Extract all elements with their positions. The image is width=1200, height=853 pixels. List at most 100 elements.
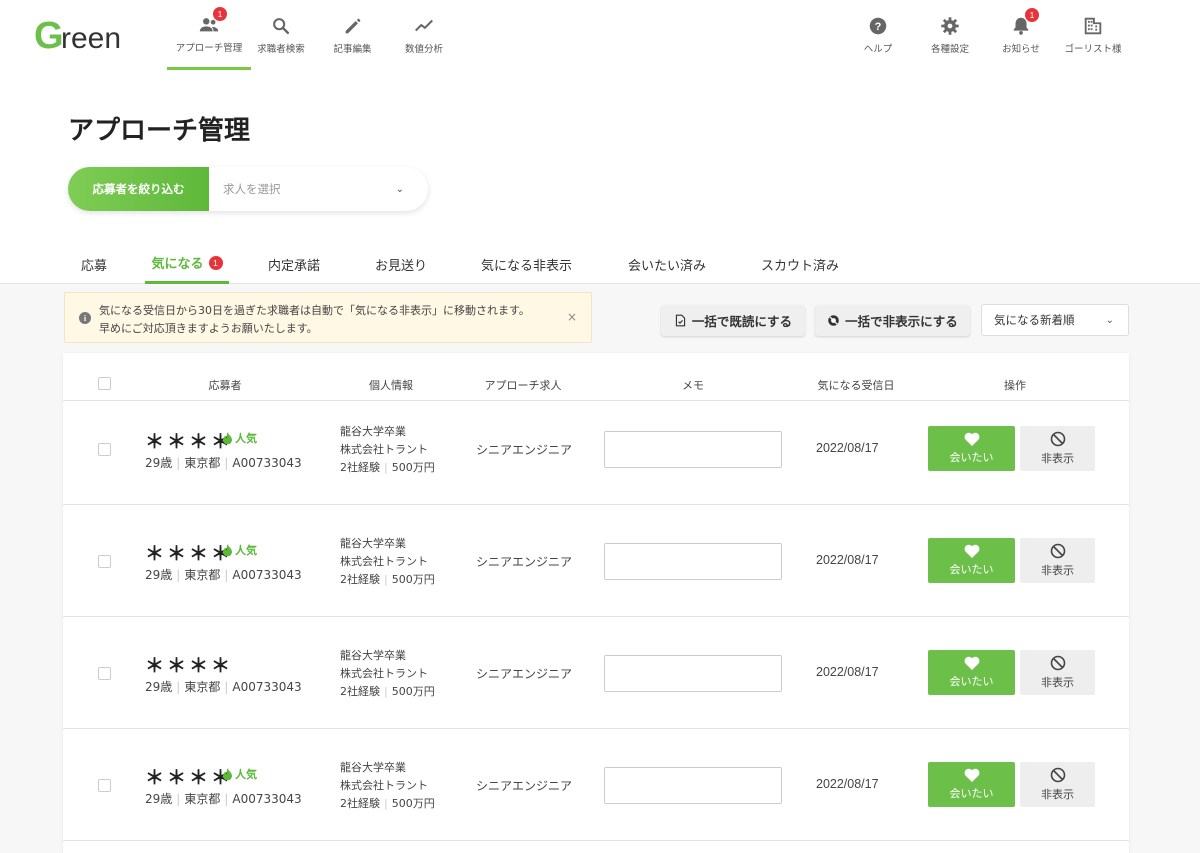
building-icon [1082,15,1104,37]
tab-interested-hidden[interactable]: 気になる非表示 [481,244,572,284]
nav-help[interactable]: ? ヘルプ [855,0,901,70]
tab-met[interactable]: 会いたい済み [628,244,706,284]
tab-declined[interactable]: お見送り [375,244,427,284]
memo-input[interactable] [604,767,782,804]
popular-label: 人気 [235,432,257,445]
applicant-meta: 29歳 | 東京都 | A00733043 [145,456,302,470]
prefecture: 東京都 [184,792,221,806]
nav-notifications[interactable]: 1 お知らせ [996,0,1046,70]
tab-badge: 1 [208,255,223,270]
document-check-icon [675,314,686,327]
memo-input[interactable] [604,655,782,692]
table-row: ＊＊＊＊ 人気 29歳 | 東京都 | A00733043 龍谷大学卒業 株式会社トラン… [63,513,1129,624]
age: 29歳 [145,568,173,582]
notice-line: 気になる受信日から30日を過ぎた求職者は自動で「気になる非表示」に移動されます。 [99,304,530,317]
memo-input[interactable] [604,543,782,580]
column-header-date: 気になる受信日 [817,379,895,392]
row-divider [63,728,1129,729]
hide-button[interactable]: 非表示 [1020,650,1095,695]
flame-icon [223,768,232,780]
search-icon [270,15,292,37]
job-select-placeholder: 求人を選択 [223,182,281,196]
button-label: 会いたい [949,787,994,800]
button-label: 一括で非表示にする [845,314,958,329]
close-icon[interactable]: × [567,310,577,324]
school: 龍谷大学卒業 [340,537,406,550]
button-label: 非表示 [1041,788,1074,801]
sort-value: 気になる新着順 [994,313,1075,327]
row-checkbox[interactable] [98,443,111,456]
heart-icon [964,768,979,782]
popular-badge: 人気 [223,542,257,558]
notice-line: 早めにご対応頂きますようお願いたします。 [99,322,318,335]
chevron-down-icon: ⌄ [1105,314,1114,326]
top-header: G reen 1 アプローチ管理 求職者検索 記事編集 数値分析 ? ヘルプ 各… [0,0,1200,70]
nav-article-edit[interactable]: 記事編集 [325,0,380,70]
button-label: 会いたい [949,451,994,464]
hide-button[interactable]: 非表示 [1020,426,1095,471]
tab-applied[interactable]: 応募 [81,244,107,284]
age: 29歳 [145,456,173,470]
applicant-name: ＊＊＊＊ [145,767,234,789]
row-checkbox[interactable] [98,779,111,792]
nav-label: 各種設定 [930,44,969,55]
job-select[interactable]: 求人を選択 ⌄ [209,167,428,211]
nav-approach-management[interactable]: 1 アプローチ管理 [167,0,251,70]
sort-select[interactable]: 気になる新着順 ⌄ [981,304,1129,336]
want-to-meet-button[interactable]: 会いたい [928,426,1015,471]
hide-button[interactable]: 非表示 [1020,762,1095,807]
svg-text:reen: reen [61,22,121,55]
want-to-meet-button[interactable]: 会いたい [928,762,1015,807]
company: 株式会社トラント [340,443,428,456]
nav-analytics[interactable]: 数値分析 [398,0,450,70]
info-icon: i [79,312,91,324]
select-all-checkbox[interactable] [98,377,111,390]
tab-scouted[interactable]: スカウト済み [761,244,839,284]
row-checkbox[interactable] [98,555,111,568]
applicant-name: ＊＊＊＊ [145,543,234,565]
want-to-meet-button[interactable]: 会いたい [928,650,1015,695]
want-to-meet-button[interactable]: 会いたい [928,538,1015,583]
row-checkbox[interactable] [98,667,111,680]
received-date: 2022/08/17 [816,777,879,791]
column-header-applicant: 応募者 [208,379,242,392]
bell-icon: 1 [1010,8,1039,37]
company: 株式会社トラント [340,555,428,568]
experience-salary: 2社経験 | 500万円 [340,685,435,698]
nav-candidate-search[interactable]: 求職者検索 [252,0,310,70]
company: 株式会社トラント [340,667,428,680]
approach-job: シニアエンジニア [476,555,573,569]
school: 龍谷大学卒業 [340,649,406,662]
prefecture: 東京都 [184,456,221,470]
received-date: 2022/08/17 [816,553,879,567]
flame-icon [223,432,232,444]
school: 龍谷大学卒業 [340,761,406,774]
tab-offer-accepted[interactable]: 内定承諾 [268,244,320,284]
tab-label: 会いたい済み [628,258,707,274]
filter-applicants-button[interactable]: 応募者を絞り込む [68,167,209,211]
age: 29歳 [145,792,173,806]
green-logo[interactable]: G reen [34,12,146,56]
pencil-icon [342,15,364,37]
column-header-personal: 個人情報 [369,379,413,392]
memo-input[interactable] [604,431,782,468]
auto-move-notice: i 気になる受信日から30日を過ぎた求職者は自動で「気になる非表示」に移動されま… [64,292,592,343]
approach-job: シニアエンジニア [476,443,573,457]
hide-button[interactable]: 非表示 [1020,538,1095,583]
experience-salary: 2社経験 | 500万円 [340,797,435,810]
nav-badge: 1 [213,6,227,21]
hide-all-button[interactable]: 一括で非表示にする [815,305,970,336]
applicant-meta: 29歳 | 東京都 | A00733043 [145,792,302,806]
tab-interested[interactable]: 気になる 1 [145,244,229,284]
button-label: 会いたい [949,675,994,688]
received-date: 2022/08/17 [816,441,879,455]
nav-label: 求職者検索 [257,44,305,55]
flame-icon [223,544,232,556]
nav-account[interactable]: ゴーリスト様 [1060,0,1126,70]
button-label: 非表示 [1041,676,1074,689]
nav-settings[interactable]: 各種設定 [922,0,978,70]
mark-all-read-button[interactable]: 一括で既読にする [661,305,805,336]
applicant-id: A00733043 [232,568,302,582]
applicant-name: ＊＊＊＊ [145,655,234,677]
applicant-meta: 29歳 | 東京都 | A00733043 [145,680,302,694]
